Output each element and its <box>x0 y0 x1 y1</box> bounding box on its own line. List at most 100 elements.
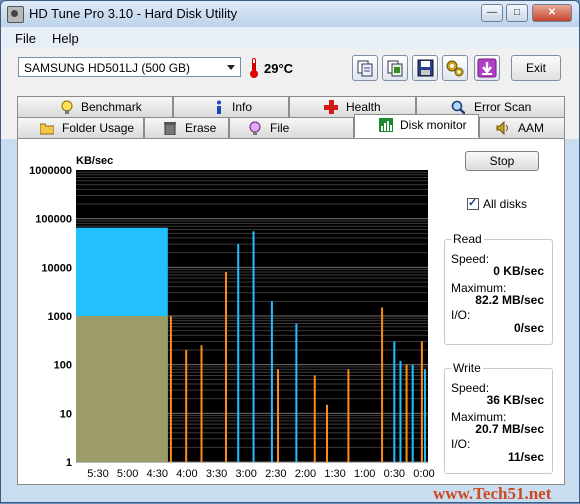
temperature-readout: 29°C <box>264 61 294 76</box>
tab-file-benchmark[interactable]: File Benchmark <box>229 117 354 155</box>
menu-file[interactable]: File <box>15 31 36 46</box>
save-button[interactable] <box>412 55 438 81</box>
menu-bar: File Help <box>1 27 579 49</box>
series-0-spike <box>252 231 255 462</box>
tab-label: Error Scan <box>474 100 532 114</box>
read-io-value: 0/sec <box>513 321 544 335</box>
title-bar: HD Tune Pro 3.10 - Hard Disk Utility — □… <box>1 1 579 27</box>
tab-label: Folder Usage <box>62 121 135 135</box>
write-speed-value: 36 KB/sec <box>486 393 544 407</box>
menu-help[interactable]: Help <box>52 31 79 46</box>
tab-label: Info <box>232 100 253 114</box>
tab-benchmark[interactable]: Benchmark <box>17 96 173 118</box>
tab-info[interactable]: Info <box>173 96 289 118</box>
write-io-value: 11/sec <box>507 450 544 464</box>
copy-screenshot-button[interactable] <box>382 55 408 81</box>
gears-icon <box>446 60 464 77</box>
series-1-spike <box>325 404 328 462</box>
down-arrow-icon <box>477 58 497 78</box>
series-1-spike <box>420 341 423 462</box>
x-tick-label: 3:30 <box>206 468 227 480</box>
maximize-button[interactable]: □ <box>506 4 528 22</box>
all-disks-label: All disks <box>483 197 528 211</box>
watermark: www.Tech51.net <box>433 484 552 503</box>
write-speed-label: Speed: <box>451 381 490 395</box>
chevron-down-icon <box>227 65 235 70</box>
series-0-spike <box>270 301 273 462</box>
download-button[interactable] <box>474 55 500 81</box>
y-tick-label: 100 <box>54 360 72 372</box>
series-0-spike <box>295 323 298 462</box>
series-1-spike <box>405 364 408 462</box>
x-tick-label: 1:00 <box>354 468 375 480</box>
drive-select-value: SAMSUNG HD501LJ (500 GB) <box>24 61 191 75</box>
y-tick-label: 10000 <box>41 262 72 274</box>
series-1-spike <box>313 375 316 462</box>
tab-folder-usage[interactable]: Folder Usage <box>17 117 144 139</box>
health-cross-icon <box>324 100 338 114</box>
minimize-button[interactable]: — <box>481 4 503 22</box>
read-io-label: I/O: <box>451 308 471 322</box>
y-tick-label: 1000 <box>48 311 72 323</box>
x-tick-label: 0:00 <box>413 468 434 480</box>
tab-disk-monitor[interactable]: Disk monitor <box>354 114 479 138</box>
window-title: HD Tune Pro 3.10 - Hard Disk Utility <box>29 6 238 21</box>
x-tick-label: 1:30 <box>324 468 345 480</box>
x-tick-label: 3:00 <box>235 468 256 480</box>
drive-select[interactable]: SAMSUNG HD501LJ (500 GB) <box>18 57 241 77</box>
close-button[interactable]: ✕ <box>532 4 572 22</box>
series-2-block <box>76 316 168 462</box>
tab-erase[interactable]: Erase <box>144 117 229 139</box>
write-title: Write <box>451 361 483 375</box>
copy-info-icon <box>357 60 373 77</box>
y-tick-label: 1000000 <box>29 165 72 177</box>
read-title: Read <box>451 232 484 246</box>
write-io-label: I/O: <box>451 437 471 451</box>
app-window: HD Tune Pro 3.10 - Hard Disk Utility — □… <box>0 0 580 503</box>
hdtune-app-icon <box>7 6 24 23</box>
tab-label: Disk monitor <box>400 118 467 132</box>
speaker-icon <box>496 121 508 135</box>
series-0-spike <box>411 364 414 462</box>
tab-aam[interactable]: AAM <box>479 117 565 139</box>
x-tick-label: 2:30 <box>265 468 286 480</box>
info-icon <box>217 100 221 114</box>
series-1-spike <box>277 369 280 462</box>
options-button[interactable] <box>442 55 468 81</box>
series-1-spike <box>169 316 172 462</box>
series-0-spike <box>393 341 396 462</box>
series-0-spike <box>399 360 402 462</box>
x-tick-label: 5:00 <box>117 468 138 480</box>
series-1-spike <box>381 307 384 462</box>
x-tick-label: 4:00 <box>176 468 197 480</box>
write-stats-group: Write Speed: 36 KB/sec Maximum: 20.7 MB/… <box>444 361 553 474</box>
disk-monitor-icon <box>379 118 393 132</box>
file-benchmark-icon <box>249 121 261 135</box>
tab-label: Erase <box>185 121 217 135</box>
magnifier-icon <box>451 100 465 114</box>
floppy-disk-icon <box>417 59 434 77</box>
series-1-spike <box>224 272 227 462</box>
stop-button[interactable]: Stop <box>465 151 539 171</box>
x-tick-label: 4:30 <box>147 468 168 480</box>
copy-info-button[interactable] <box>352 55 378 81</box>
write-max-value: 20.7 MB/sec <box>475 422 544 436</box>
folder-icon <box>40 123 54 135</box>
lightbulb-icon <box>61 100 73 114</box>
y-axis-label: KB/sec <box>76 155 113 167</box>
copy-screenshot-icon <box>387 60 403 77</box>
read-stats-group: Read Speed: 0 KB/sec Maximum: 82.2 MB/se… <box>444 232 553 345</box>
y-tick-label: 1 <box>66 457 72 469</box>
disk-monitor-chart: 1000000 100000 10000 1000 100 10 1 5:30 5:00 4:30… <box>29 155 435 480</box>
tab-label: Benchmark <box>81 100 142 114</box>
y-tick-label: 10 <box>60 408 72 420</box>
all-disks-checkbox[interactable] <box>467 196 479 210</box>
tab-strip: Benchmark Info Health Error Scan Folder … <box>1 91 579 155</box>
series-0-spike <box>423 369 426 462</box>
x-tick-label: 0:30 <box>384 468 405 480</box>
exit-button[interactable]: Exit <box>511 55 561 81</box>
disk-monitor-panel: 1000000 100000 10000 1000 100 10 1 5:30 5:00 4:30… <box>17 138 565 485</box>
series-1-spike <box>200 345 203 462</box>
read-max-value: 82.2 MB/sec <box>475 293 544 307</box>
read-speed-value: 0 KB/sec <box>493 264 544 278</box>
